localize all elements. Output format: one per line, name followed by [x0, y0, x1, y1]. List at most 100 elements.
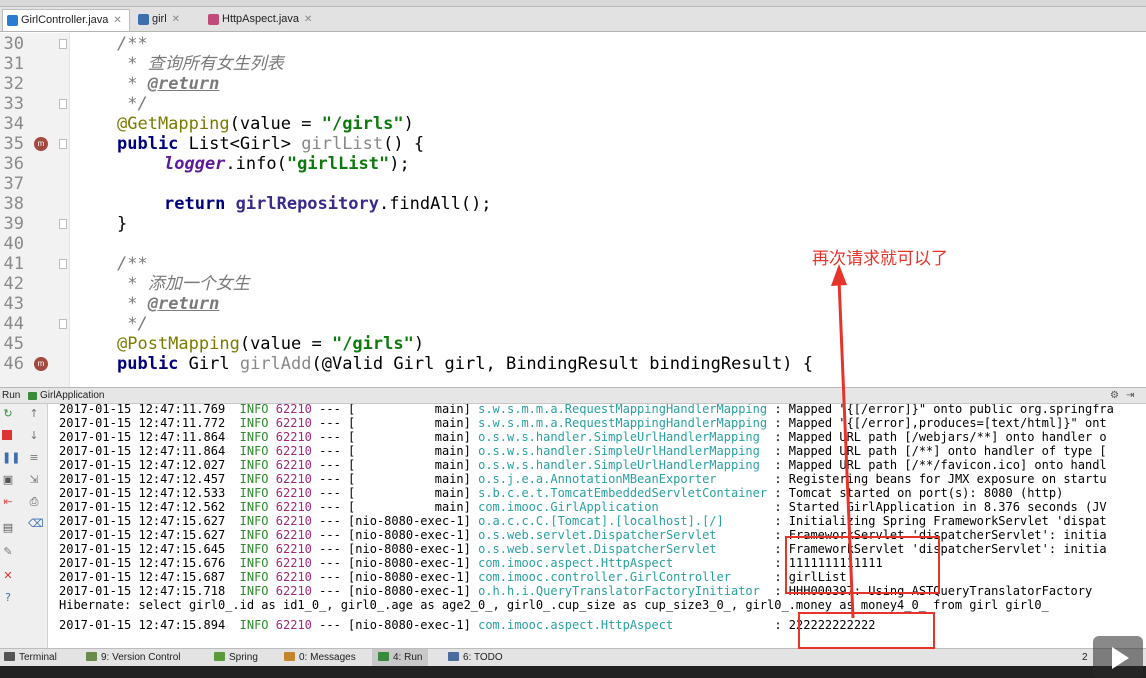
tab-label: girl: [152, 13, 167, 25]
code-editor[interactable]: /** * 查询所有女生列表 * @return */ @GetMapping(…: [70, 33, 1146, 388]
log-line: 2017-01-15 12:47:12.457 INFO 62210 --- […: [59, 472, 1107, 486]
line-number: 38: [3, 194, 24, 214]
fold-icon[interactable]: [59, 219, 67, 229]
editor-gutter: 30 31 32 33 34 35 36 37 38 39 40 41 42 4…: [0, 33, 70, 388]
close-icon[interactable]: ✕: [113, 15, 121, 26]
exit-icon[interactable]: ⇤: [2, 496, 14, 508]
log-line: 2017-01-15 12:47:15.676 INFO 62210 --- […: [59, 556, 883, 570]
code-line-39: }: [117, 214, 128, 234]
close-icon[interactable]: ✕: [304, 14, 312, 25]
breadcrumb: [0, 0, 1146, 7]
arrow-shaft: [837, 279, 855, 619]
pause-icon[interactable]: ❚❚: [2, 452, 20, 464]
stop-icon[interactable]: [2, 430, 12, 440]
java-class-icon: [7, 15, 18, 26]
scroll-to-end-icon[interactable]: ⇲: [28, 474, 40, 486]
console-output[interactable]: 2017-01-15 12:47:11.769 INFO 62210 --- […: [48, 404, 1146, 648]
dump-threads-icon[interactable]: ▣: [2, 474, 14, 486]
run-toolbar: ↻ ↑ ↓ ❚❚ ≡ ▣ ⇲ ⇤ ⎙ ⌫ ▤ ✎ ✕ ?: [0, 404, 48, 648]
run-panel-header: Run GirlApplication ⚙ ⇥: [0, 387, 1146, 404]
todo-tab[interactable]: 6: TODO: [448, 649, 503, 666]
settings-icon[interactable]: ⚙: [1110, 388, 1119, 403]
close-icon[interactable]: ✕: [2, 570, 14, 582]
code-line-45: @PostMapping(value = "/girls"): [117, 334, 425, 354]
todo-icon: [448, 652, 459, 661]
event-count: 2: [1082, 652, 1088, 663]
messages-tab[interactable]: 0: Messages: [284, 649, 356, 666]
log-line: 2017-01-15 12:47:11.769 INFO 62210 --- […: [59, 404, 1114, 416]
fold-icon[interactable]: [59, 319, 67, 329]
spring-icon: [214, 652, 225, 661]
editor-tab-bar: GirlController.java ✕ girl ✕ HttpAspect.ja…: [0, 7, 1146, 32]
rerun-icon[interactable]: ↻: [2, 408, 14, 420]
spring-tab[interactable]: Spring: [214, 649, 258, 666]
version-control-tab[interactable]: 9: Version Control: [86, 649, 181, 666]
line-number: 40: [3, 234, 24, 254]
line-number: 44: [3, 314, 24, 334]
layout-icon[interactable]: ▤: [2, 522, 14, 534]
fold-icon[interactable]: [59, 39, 67, 49]
print-icon[interactable]: ⎙: [28, 496, 40, 508]
tab-label: HttpAspect.java: [222, 13, 300, 25]
code-line-43: * @return: [117, 294, 220, 314]
terminal-icon: [4, 652, 15, 661]
clear-all-icon[interactable]: ⌫: [28, 518, 44, 530]
close-icon[interactable]: ✕: [172, 14, 180, 25]
log-line: 2017-01-15 12:47:11.864 INFO 62210 --- […: [59, 430, 1107, 444]
log-line: 2017-01-15 12:47:15.627 INFO 62210 --- […: [59, 514, 1107, 528]
fold-icon[interactable]: [59, 259, 67, 269]
vcs-icon: [86, 652, 97, 661]
fold-icon[interactable]: [59, 139, 67, 149]
spring-mapping-icon[interactable]: m: [34, 137, 48, 151]
code-line-35: public List<Girl> girlList() {: [117, 134, 425, 154]
run-tab[interactable]: 4: Run: [372, 649, 429, 666]
code-line-33: */: [117, 94, 148, 114]
line-number: 34: [3, 114, 24, 134]
video-play-button[interactable]: [1093, 636, 1143, 678]
maven-icon: [138, 14, 149, 25]
code-line-31: * 查询所有女生列表: [117, 54, 284, 74]
line-number: 35: [3, 134, 24, 154]
scroll-up-icon[interactable]: ↑: [28, 408, 40, 420]
code-line-38: return girlRepository.findAll();: [164, 194, 492, 214]
line-number: 37: [3, 174, 24, 194]
code-line-42: * 添加一个女生: [117, 274, 250, 294]
highlight-box-log: [785, 536, 940, 594]
arrow-annotation: [831, 264, 855, 619]
video-bottom-strip: [0, 666, 1146, 678]
code-line-30: /**: [117, 34, 148, 54]
tab-girl[interactable]: girl ✕: [134, 9, 212, 31]
tab-girlcontroller-java[interactable]: GirlController.java ✕: [2, 9, 130, 31]
code-line-44: */: [117, 314, 148, 334]
hibernate-sql-line: Hibernate: select girl0_.id as id1_0_, g…: [59, 598, 1049, 612]
line-number: 41: [3, 254, 24, 274]
log-line: 2017-01-15 12:47:11.772 INFO 62210 --- […: [59, 416, 1107, 430]
help-icon[interactable]: ?: [2, 592, 14, 604]
java-class-icon: [208, 14, 219, 25]
run-config-tab[interactable]: GirlApplication: [40, 388, 104, 403]
spring-boot-icon: [28, 392, 37, 400]
run-label: Run: [2, 390, 21, 401]
hide-panel-icon[interactable]: ⇥: [1126, 388, 1134, 403]
line-number: 33: [3, 94, 24, 114]
log-line: 2017-01-15 12:47:15.627 INFO 62210 --- […: [59, 528, 1107, 542]
line-number: 45: [3, 334, 24, 354]
code-line-34: @GetMapping(value = "/girls"): [117, 114, 414, 134]
line-number: 36: [3, 154, 24, 174]
log-line: 2017-01-15 12:47:12.562 INFO 62210 --- […: [59, 500, 1107, 514]
messages-icon: [284, 652, 295, 661]
pin-icon[interactable]: ✎: [2, 546, 14, 558]
log-line: 2017-01-15 12:47:15.645 INFO 62210 --- […: [59, 542, 1107, 556]
ide-window: GirlController.java ✕ girl ✕ HttpAspect.ja…: [0, 0, 1146, 678]
log-line: 2017-01-15 12:47:12.027 INFO 62210 --- […: [59, 458, 1107, 472]
terminal-tab[interactable]: Terminal: [4, 649, 57, 666]
tool-window-bar: Terminal 9: Version Control Spring 0: Me…: [0, 648, 1146, 666]
log-line: 2017-01-15 12:47:11.864 INFO 62210 --- […: [59, 444, 1107, 458]
code-line-36: logger.info("girlList");: [164, 154, 410, 174]
annotation-text: 再次请求就可以了: [812, 249, 948, 269]
scroll-down-icon[interactable]: ↓: [28, 430, 40, 442]
spring-mapping-icon[interactable]: m: [34, 357, 48, 371]
soft-wrap-icon[interactable]: ≡: [28, 452, 40, 464]
fold-icon[interactable]: [59, 99, 67, 109]
tab-httpaspect-java[interactable]: HttpAspect.java ✕: [204, 9, 316, 31]
